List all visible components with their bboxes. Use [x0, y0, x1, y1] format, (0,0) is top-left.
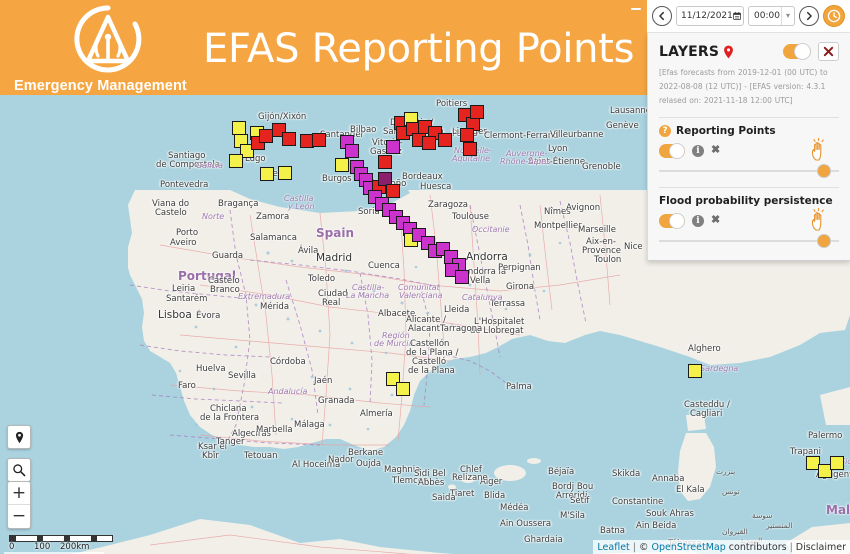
- time-field[interactable]: 00:00 ▾: [748, 6, 795, 26]
- reporting-point-marker[interactable]: [232, 121, 246, 135]
- layers-close-button[interactable]: [818, 42, 839, 61]
- scale-bar-graphic: [9, 535, 113, 542]
- emergency-management-label: Emergency Management: [14, 78, 187, 94]
- disclaimer-link[interactable]: Disclaimer: [796, 542, 846, 553]
- slider-track: [659, 169, 839, 172]
- reporting-point-marker[interactable]: [278, 166, 292, 180]
- locate-pin-icon: [15, 431, 23, 443]
- openstreetmap-link[interactable]: OpenStreetMap: [651, 542, 725, 553]
- zoom-in-button[interactable]: +: [8, 482, 30, 505]
- hand-cursor-icon: [811, 137, 824, 161]
- datetime-toolbar: 11/12/2021 00:00 ▾: [647, 0, 850, 33]
- slider-knob[interactable]: [817, 163, 832, 178]
- reset-time-button[interactable]: [823, 5, 845, 27]
- scale-label-0: 0: [9, 542, 15, 552]
- scale-label-100: 100: [34, 542, 51, 552]
- attrib-separator-1: |: [632, 542, 636, 553]
- layers-title: LAYERS: [659, 43, 720, 60]
- reporting-point-marker[interactable]: [422, 136, 436, 150]
- reporting-point-marker[interactable]: [229, 154, 243, 168]
- control-panel: 11/12/2021 00:00 ▾ LAYERS [Efas forecast…: [647, 0, 850, 261]
- contributors-text: contributors: [728, 542, 787, 553]
- reporting-point-marker[interactable]: [438, 133, 452, 147]
- reporting-point-marker[interactable]: [455, 270, 469, 284]
- reporting-point-marker[interactable]: [463, 142, 477, 156]
- reporting-point-marker[interactable]: [345, 144, 359, 158]
- map-pin-icon: [724, 45, 734, 58]
- toggle-knob: [669, 142, 685, 159]
- layer-title-row: ? Reporting Points: [659, 124, 839, 137]
- search-button[interactable]: [7, 458, 31, 482]
- reporting-point-marker[interactable]: [386, 140, 400, 154]
- chevron-down-icon[interactable]: ▾: [780, 7, 794, 25]
- info-icon[interactable]: i: [692, 214, 704, 227]
- date-value: 11/12/2021: [681, 11, 733, 21]
- minus-icon: [631, 8, 641, 10]
- layers-card: LAYERS [Efas forecasts from 2019-12-01 (…: [647, 33, 850, 261]
- reporting-point-marker[interactable]: [259, 129, 273, 143]
- next-step-button[interactable]: [799, 6, 819, 26]
- layer-name: Flood probability persistence: [659, 194, 833, 207]
- arrow-right-icon: [807, 11, 812, 21]
- zoom-out-button[interactable]: −: [8, 505, 30, 528]
- reporting-point-marker[interactable]: [396, 382, 410, 396]
- reporting-point-marker[interactable]: [460, 128, 474, 142]
- reporting-point-marker[interactable]: [378, 155, 392, 169]
- reporting-point-marker[interactable]: [688, 364, 702, 378]
- magnifier-icon: [13, 464, 26, 477]
- layer-name: Reporting Points: [676, 124, 776, 137]
- reporting-point-marker[interactable]: [312, 133, 326, 147]
- divider-2: [659, 186, 839, 188]
- reporting-point-marker[interactable]: [830, 456, 844, 470]
- slider-track: [659, 239, 839, 242]
- leaflet-link[interactable]: Leaflet: [597, 542, 629, 553]
- emergency-management-logo: [62, 4, 154, 76]
- toggle-knob: [794, 43, 811, 60]
- layer-item-reporting-points: ? Reporting Points i ✖: [659, 124, 839, 178]
- toggle-knob: [669, 212, 685, 229]
- zoom-controls[interactable]: + −: [7, 481, 31, 529]
- hand-cursor-icon: [811, 207, 824, 231]
- divider-1: [659, 116, 839, 118]
- copyright-symbol: ©: [638, 542, 649, 553]
- clock-icon: [827, 9, 841, 23]
- reporting-point-marker[interactable]: [335, 158, 349, 172]
- layers-header: LAYERS: [659, 42, 839, 61]
- reporting-point-marker[interactable]: [386, 184, 400, 198]
- remove-layer-icon[interactable]: ✖: [711, 145, 720, 156]
- info-icon[interactable]: i: [692, 144, 704, 157]
- collapse-panel-button[interactable]: [625, 0, 647, 18]
- layer-controls: i ✖: [659, 137, 839, 161]
- time-value: 00:00: [754, 11, 780, 21]
- layer-visibility-toggle[interactable]: [659, 142, 685, 159]
- arrow-left-icon: [659, 11, 664, 21]
- reporting-point-marker[interactable]: [470, 105, 484, 119]
- layer-controls: i ✖: [659, 207, 839, 231]
- date-field[interactable]: 11/12/2021: [676, 6, 744, 26]
- previous-step-button[interactable]: [652, 6, 672, 26]
- scale-label-200: 200km: [60, 542, 90, 552]
- locate-button[interactable]: [7, 425, 31, 449]
- help-badge-icon[interactable]: ?: [659, 124, 671, 137]
- map-attribution: Leaflet | © OpenStreetMap contributors |…: [593, 540, 850, 554]
- layers-description: [Efas forecasts from 2019-12-01 (00 UTC)…: [659, 68, 828, 105]
- slider-knob[interactable]: [817, 233, 832, 248]
- attrib-separator-2: |: [789, 542, 793, 553]
- layer-item-flood-probability-persistence: Flood probability persistence i ✖: [659, 195, 839, 248]
- remove-layer-icon[interactable]: ✖: [711, 215, 720, 226]
- efas-map-application: Emergency Management EFAS Reporting Poin…: [0, 0, 850, 554]
- layer-opacity-slider[interactable]: [659, 163, 839, 178]
- close-icon: [823, 46, 834, 57]
- layer-opacity-slider[interactable]: [659, 233, 839, 248]
- scale-bar: 0 100 200km: [9, 535, 113, 552]
- layers-title-group: LAYERS: [659, 44, 734, 60]
- reporting-point-marker[interactable]: [260, 167, 274, 181]
- layer-title-row: Flood probability persistence: [659, 195, 839, 207]
- layers-master-toggle[interactable]: [783, 43, 811, 60]
- reporting-point-marker[interactable]: [282, 132, 296, 146]
- layer-visibility-toggle[interactable]: [659, 212, 685, 229]
- calendar-icon[interactable]: [733, 9, 741, 23]
